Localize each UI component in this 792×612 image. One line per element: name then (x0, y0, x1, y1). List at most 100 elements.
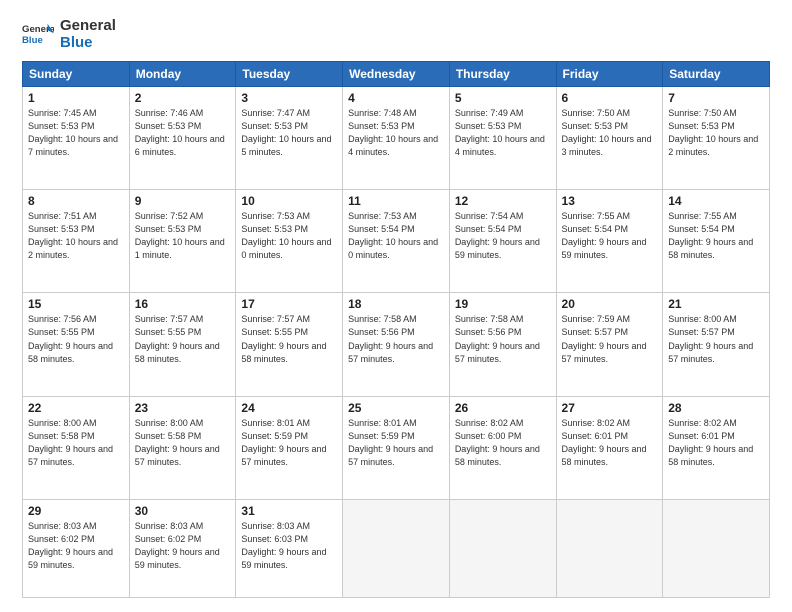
day-number: 24 (241, 401, 337, 415)
day-info: Sunrise: 8:03 AM Sunset: 6:02 PM Dayligh… (28, 520, 124, 572)
day-info: Sunrise: 7:56 AM Sunset: 5:55 PM Dayligh… (28, 313, 124, 365)
day-info: Sunrise: 8:00 AM Sunset: 5:57 PM Dayligh… (668, 313, 764, 365)
day-info: Sunrise: 8:02 AM Sunset: 6:00 PM Dayligh… (455, 417, 551, 469)
day-cell-30: 30 Sunrise: 8:03 AM Sunset: 6:02 PM Dayl… (129, 499, 236, 597)
day-number: 21 (668, 297, 764, 311)
day-cell-24: 24 Sunrise: 8:01 AM Sunset: 5:59 PM Dayl… (236, 396, 343, 499)
day-cell-18: 18 Sunrise: 7:58 AM Sunset: 5:56 PM Dayl… (343, 293, 450, 396)
day-info: Sunrise: 8:03 AM Sunset: 6:03 PM Dayligh… (241, 520, 337, 572)
day-cell-19: 19 Sunrise: 7:58 AM Sunset: 5:56 PM Dayl… (449, 293, 556, 396)
day-info: Sunrise: 7:53 AM Sunset: 5:54 PM Dayligh… (348, 210, 444, 262)
empty-cell (343, 499, 450, 597)
day-number: 22 (28, 401, 124, 415)
weekday-header-row: SundayMondayTuesdayWednesdayThursdayFrid… (23, 62, 770, 87)
svg-text:Blue: Blue (22, 35, 43, 46)
day-cell-12: 12 Sunrise: 7:54 AM Sunset: 5:54 PM Dayl… (449, 190, 556, 293)
day-info: Sunrise: 8:02 AM Sunset: 6:01 PM Dayligh… (668, 417, 764, 469)
day-cell-26: 26 Sunrise: 8:02 AM Sunset: 6:00 PM Dayl… (449, 396, 556, 499)
day-number: 1 (28, 91, 124, 105)
day-info: Sunrise: 7:54 AM Sunset: 5:54 PM Dayligh… (455, 210, 551, 262)
logo-text: General Blue (60, 18, 116, 51)
day-cell-15: 15 Sunrise: 7:56 AM Sunset: 5:55 PM Dayl… (23, 293, 130, 396)
day-cell-4: 4 Sunrise: 7:48 AM Sunset: 5:53 PM Dayli… (343, 87, 450, 190)
day-cell-13: 13 Sunrise: 7:55 AM Sunset: 5:54 PM Dayl… (556, 190, 663, 293)
day-number: 10 (241, 194, 337, 208)
day-info: Sunrise: 8:01 AM Sunset: 5:59 PM Dayligh… (348, 417, 444, 469)
day-cell-2: 2 Sunrise: 7:46 AM Sunset: 5:53 PM Dayli… (129, 87, 236, 190)
day-cell-20: 20 Sunrise: 7:59 AM Sunset: 5:57 PM Dayl… (556, 293, 663, 396)
day-cell-6: 6 Sunrise: 7:50 AM Sunset: 5:53 PM Dayli… (556, 87, 663, 190)
day-info: Sunrise: 7:59 AM Sunset: 5:57 PM Dayligh… (562, 313, 658, 365)
calendar-table: SundayMondayTuesdayWednesdayThursdayFrid… (22, 61, 770, 598)
weekday-header-wednesday: Wednesday (343, 62, 450, 87)
empty-cell (556, 499, 663, 597)
day-cell-23: 23 Sunrise: 8:00 AM Sunset: 5:58 PM Dayl… (129, 396, 236, 499)
day-number: 25 (348, 401, 444, 415)
weekday-header-saturday: Saturday (663, 62, 770, 87)
day-cell-10: 10 Sunrise: 7:53 AM Sunset: 5:53 PM Dayl… (236, 190, 343, 293)
day-cell-27: 27 Sunrise: 8:02 AM Sunset: 6:01 PM Dayl… (556, 396, 663, 499)
day-info: Sunrise: 8:02 AM Sunset: 6:01 PM Dayligh… (562, 417, 658, 469)
day-number: 19 (455, 297, 551, 311)
day-cell-8: 8 Sunrise: 7:51 AM Sunset: 5:53 PM Dayli… (23, 190, 130, 293)
day-info: Sunrise: 7:48 AM Sunset: 5:53 PM Dayligh… (348, 107, 444, 159)
day-number: 23 (135, 401, 231, 415)
day-number: 3 (241, 91, 337, 105)
week-row-3: 15 Sunrise: 7:56 AM Sunset: 5:55 PM Dayl… (23, 293, 770, 396)
day-number: 16 (135, 297, 231, 311)
day-cell-22: 22 Sunrise: 8:00 AM Sunset: 5:58 PM Dayl… (23, 396, 130, 499)
day-number: 8 (28, 194, 124, 208)
day-info: Sunrise: 8:03 AM Sunset: 6:02 PM Dayligh… (135, 520, 231, 572)
day-number: 15 (28, 297, 124, 311)
day-info: Sunrise: 7:51 AM Sunset: 5:53 PM Dayligh… (28, 210, 124, 262)
day-number: 12 (455, 194, 551, 208)
day-cell-14: 14 Sunrise: 7:55 AM Sunset: 5:54 PM Dayl… (663, 190, 770, 293)
day-number: 5 (455, 91, 551, 105)
weekday-header-monday: Monday (129, 62, 236, 87)
page: GeneralBlue General Blue SundayMondayTue… (0, 0, 792, 612)
day-cell-28: 28 Sunrise: 8:02 AM Sunset: 6:01 PM Dayl… (663, 396, 770, 499)
day-info: Sunrise: 7:50 AM Sunset: 5:53 PM Dayligh… (668, 107, 764, 159)
day-info: Sunrise: 7:55 AM Sunset: 5:54 PM Dayligh… (668, 210, 764, 262)
empty-cell (663, 499, 770, 597)
day-number: 27 (562, 401, 658, 415)
day-cell-17: 17 Sunrise: 7:57 AM Sunset: 5:55 PM Dayl… (236, 293, 343, 396)
day-number: 26 (455, 401, 551, 415)
day-cell-1: 1 Sunrise: 7:45 AM Sunset: 5:53 PM Dayli… (23, 87, 130, 190)
weekday-header-thursday: Thursday (449, 62, 556, 87)
day-cell-16: 16 Sunrise: 7:57 AM Sunset: 5:55 PM Dayl… (129, 293, 236, 396)
day-cell-31: 31 Sunrise: 8:03 AM Sunset: 6:03 PM Dayl… (236, 499, 343, 597)
day-number: 31 (241, 504, 337, 518)
day-info: Sunrise: 8:00 AM Sunset: 5:58 PM Dayligh… (135, 417, 231, 469)
day-cell-5: 5 Sunrise: 7:49 AM Sunset: 5:53 PM Dayli… (449, 87, 556, 190)
weekday-header-sunday: Sunday (23, 62, 130, 87)
day-number: 4 (348, 91, 444, 105)
day-info: Sunrise: 7:46 AM Sunset: 5:53 PM Dayligh… (135, 107, 231, 159)
logo-icon: GeneralBlue (22, 19, 54, 51)
day-cell-11: 11 Sunrise: 7:53 AM Sunset: 5:54 PM Dayl… (343, 190, 450, 293)
week-row-2: 8 Sunrise: 7:51 AM Sunset: 5:53 PM Dayli… (23, 190, 770, 293)
day-info: Sunrise: 8:01 AM Sunset: 5:59 PM Dayligh… (241, 417, 337, 469)
day-number: 30 (135, 504, 231, 518)
day-number: 7 (668, 91, 764, 105)
week-row-4: 22 Sunrise: 8:00 AM Sunset: 5:58 PM Dayl… (23, 396, 770, 499)
day-number: 29 (28, 504, 124, 518)
day-info: Sunrise: 7:55 AM Sunset: 5:54 PM Dayligh… (562, 210, 658, 262)
day-info: Sunrise: 7:47 AM Sunset: 5:53 PM Dayligh… (241, 107, 337, 159)
day-number: 20 (562, 297, 658, 311)
day-info: Sunrise: 7:45 AM Sunset: 5:53 PM Dayligh… (28, 107, 124, 159)
day-cell-3: 3 Sunrise: 7:47 AM Sunset: 5:53 PM Dayli… (236, 87, 343, 190)
week-row-1: 1 Sunrise: 7:45 AM Sunset: 5:53 PM Dayli… (23, 87, 770, 190)
day-number: 17 (241, 297, 337, 311)
day-number: 28 (668, 401, 764, 415)
day-info: Sunrise: 7:58 AM Sunset: 5:56 PM Dayligh… (348, 313, 444, 365)
day-info: Sunrise: 8:00 AM Sunset: 5:58 PM Dayligh… (28, 417, 124, 469)
day-number: 14 (668, 194, 764, 208)
day-number: 13 (562, 194, 658, 208)
day-info: Sunrise: 7:52 AM Sunset: 5:53 PM Dayligh… (135, 210, 231, 262)
day-info: Sunrise: 7:50 AM Sunset: 5:53 PM Dayligh… (562, 107, 658, 159)
week-row-5: 29 Sunrise: 8:03 AM Sunset: 6:02 PM Dayl… (23, 499, 770, 597)
day-cell-25: 25 Sunrise: 8:01 AM Sunset: 5:59 PM Dayl… (343, 396, 450, 499)
weekday-header-tuesday: Tuesday (236, 62, 343, 87)
logo: GeneralBlue General Blue (22, 18, 116, 51)
